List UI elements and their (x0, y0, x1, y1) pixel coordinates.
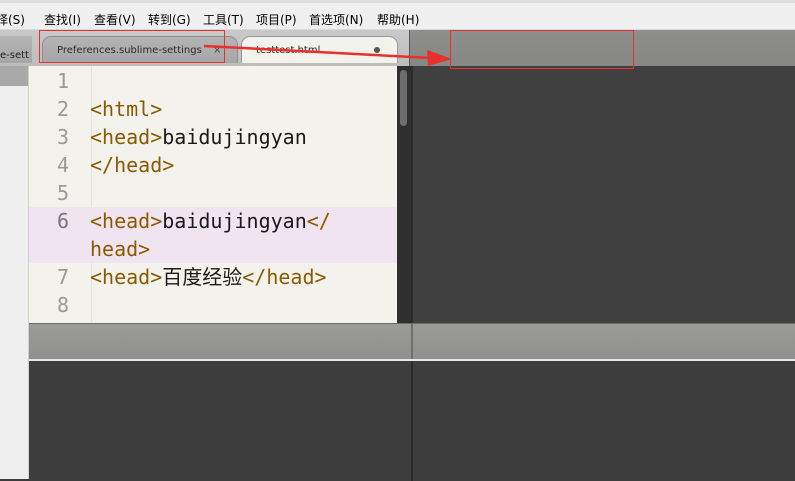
annotation-box-target-area (450, 30, 634, 69)
left-sidebar-edge (0, 66, 29, 479)
code-line[interactable]: 3 <head>baidujingyan (29, 123, 397, 151)
code-text-wrapped: head> (90, 237, 151, 261)
code-text: <head>baidujingyan</ (90, 209, 331, 233)
menu-selection[interactable]: 择(S) (0, 11, 25, 28)
tab-modified-dot-icon[interactable] (374, 47, 380, 53)
annotation-box-source-tab (39, 30, 225, 63)
line-number: 8 (56, 293, 69, 317)
line-number: 2 (56, 97, 69, 121)
code-text: </head> (90, 153, 175, 177)
band-separator (411, 324, 413, 359)
window-top-edge (0, 0, 795, 3)
line-number: 5 (56, 181, 69, 205)
line-number: 6 (56, 209, 69, 233)
menu-help[interactable]: 帮助(H) (377, 11, 419, 28)
line-number: 3 (56, 125, 69, 149)
menu-goto[interactable]: 转到(G) (148, 11, 191, 28)
menu-view[interactable]: 查看(V) (94, 11, 136, 28)
line-number: 4 (56, 153, 69, 177)
tab-preferences-other-group[interactable]: e-sett (0, 36, 32, 63)
menu-bar: 择(S) 查找(I) 查看(V) 转到(G) 工具(T) 项目(P) 首选项(N… (0, 0, 795, 30)
menu-project[interactable]: 项目(P) (256, 11, 297, 28)
bottom-pane[interactable] (29, 359, 795, 481)
tab-label: testtest.html (256, 45, 321, 56)
code-text: <head>百度经验</head> (90, 265, 327, 289)
bottom-pane-separator (411, 361, 413, 481)
code-line[interactable]: 1 (29, 67, 397, 95)
code-editor[interactable]: 1 2 <html> 3 <head>baidujingyan 4 </head… (29, 66, 397, 323)
scroll-thumb[interactable] (400, 70, 407, 126)
tab-testtest-html[interactable]: testtest.html (241, 36, 398, 63)
code-line[interactable]: 2 <html> (29, 95, 397, 123)
menu-find[interactable]: 查找(I) (44, 11, 81, 28)
sidebar-header (0, 66, 28, 86)
code-line[interactable]: 5 (29, 179, 397, 207)
code-line[interactable]: 4 </head> (29, 151, 397, 179)
menu-tools[interactable]: 工具(T) (203, 11, 244, 28)
line-number: 1 (56, 69, 69, 93)
tab-label: e-sett (0, 50, 29, 61)
code-line-highlighted[interactable]: 6 <head>baidujingyan</ head> (29, 207, 397, 263)
panel-header-band (29, 323, 795, 359)
code-line[interactable]: 7 <head>百度经验</head> (29, 263, 397, 291)
code-text: <html> (90, 97, 163, 121)
code-line[interactable]: 8 (29, 291, 397, 319)
editor-scrollbar[interactable] (397, 66, 411, 323)
line-number: 7 (56, 265, 69, 289)
right-editor-pane[interactable] (413, 66, 795, 323)
code-text: <head>baidujingyan (90, 125, 307, 149)
menu-preferences[interactable]: 首选项(N) (309, 11, 363, 28)
